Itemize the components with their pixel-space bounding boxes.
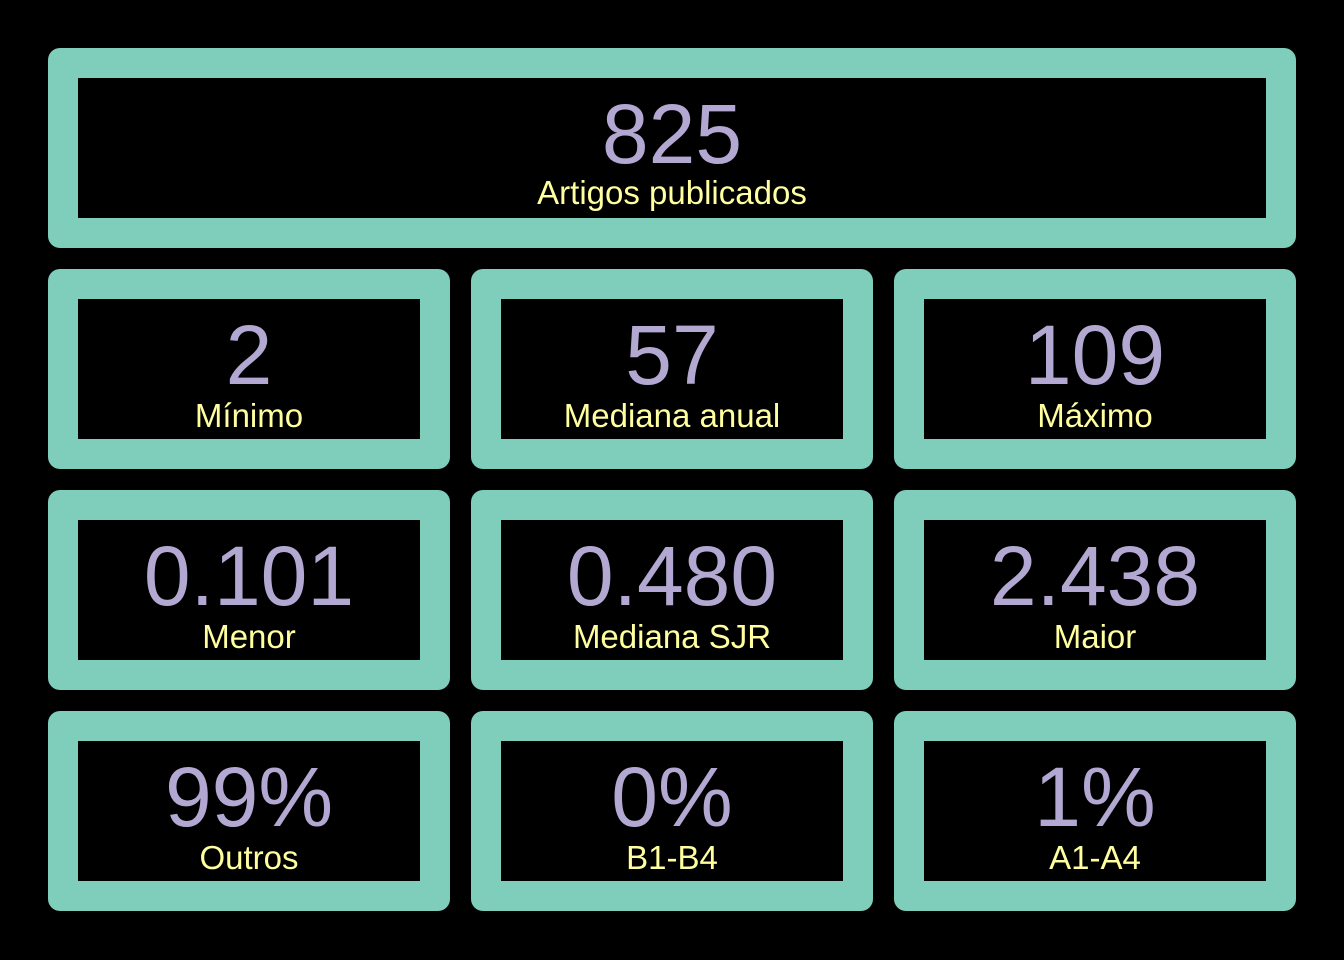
sjr-median-value: 0.480 [566,529,778,623]
sjr-highest-label: Maior [1053,618,1137,655]
yearly-max-label: Máximo [1037,397,1153,434]
qualis-b-value: 0% [611,750,733,844]
card-body: 0% B1-B4 [501,741,843,881]
yearly-max-card: 109 Máximo [894,269,1296,469]
total-articles-value: 825 [601,87,743,181]
card-body: 109 Máximo [924,299,1266,439]
sjr-lowest-card: 0.101 Menor [48,490,450,690]
yearly-min-label: Mínimo [194,397,304,434]
card-body: 57 Mediana anual [501,299,843,439]
sjr-lowest-value: 0.101 [143,529,355,623]
yearly-min-value: 2 [225,308,273,402]
qualis-others-card: 99% Outros [48,711,450,911]
total-articles-card: 825 Artigos publicados [48,48,1296,248]
sjr-median-label: Mediana SJR [572,618,772,655]
yearly-min-card: 2 Mínimo [48,269,450,469]
yearly-max-value: 109 [1024,308,1166,402]
card-body: 2.438 Maior [924,520,1266,660]
card-body: 99% Outros [78,741,420,881]
qualis-b-card: 0% B1-B4 [471,711,873,911]
sjr-highest-value: 2.438 [989,529,1201,623]
card-body: 0.101 Menor [78,520,420,660]
card-body: 2 Mínimo [78,299,420,439]
sjr-median-card: 0.480 Mediana SJR [471,490,873,690]
yearly-median-card: 57 Mediana anual [471,269,873,469]
sjr-highest-card: 2.438 Maior [894,490,1296,690]
qualis-a-card: 1% A1-A4 [894,711,1296,911]
card-body: 825 Artigos publicados [78,78,1266,218]
sjr-lowest-label: Menor [202,618,296,655]
qualis-others-value: 99% [164,750,334,844]
qualis-a-value: 1% [1034,750,1156,844]
card-body: 1% A1-A4 [924,741,1266,881]
yearly-median-value: 57 [625,308,719,402]
qualis-b-label: B1-B4 [626,839,718,876]
total-articles-label: Artigos publicados [537,174,807,211]
yearly-median-label: Mediana anual [563,397,781,434]
card-body: 0.480 Mediana SJR [501,520,843,660]
qualis-others-label: Outros [199,839,299,876]
qualis-a-label: A1-A4 [1049,839,1141,876]
